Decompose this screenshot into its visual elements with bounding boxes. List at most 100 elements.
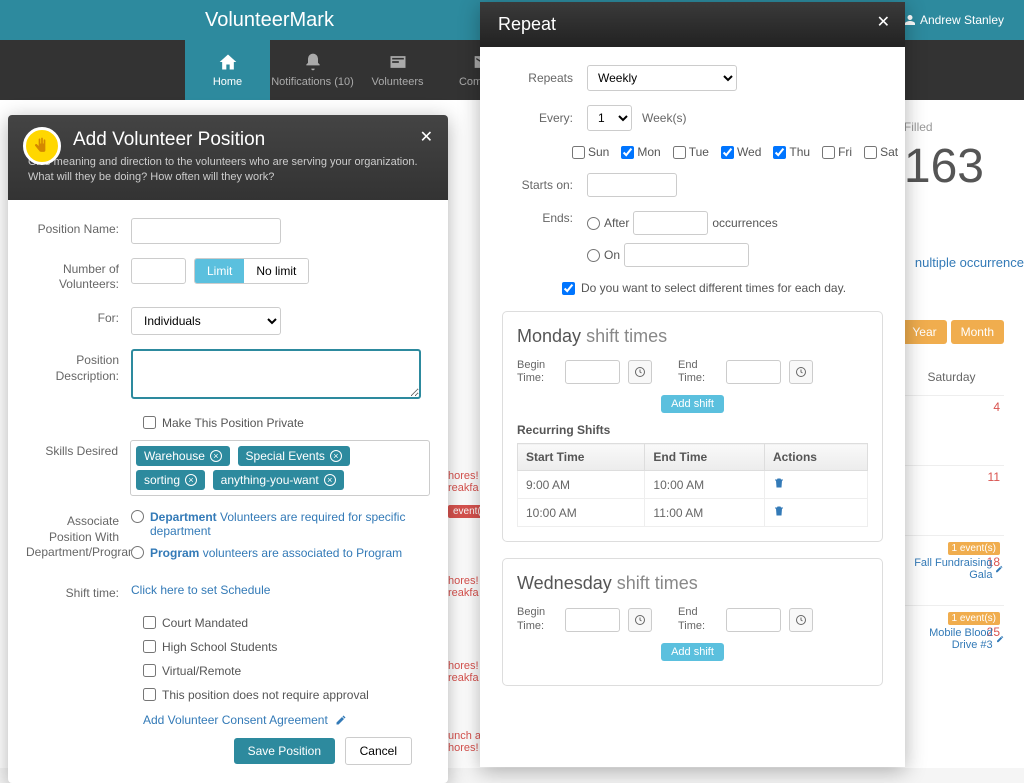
begin-time-input[interactable]: [565, 608, 620, 632]
repeat-modal-header: Repeat ✕: [480, 2, 905, 47]
table-row: 10:00 AM 11:00 AM: [518, 499, 868, 527]
close-button[interactable]: ✕: [420, 127, 433, 147]
close-button[interactable]: ✕: [877, 12, 890, 32]
hand-icon: [23, 127, 61, 165]
delete-shift-button[interactable]: [773, 478, 785, 492]
program-radio[interactable]: [131, 546, 144, 559]
cal-row-4: 1 event(s)25Mobile Blood Drive #3: [899, 605, 1004, 655]
court-mandated-checkbox[interactable]: [143, 616, 156, 629]
pencil-icon: [995, 564, 1004, 574]
occurrences-input[interactable]: [633, 211, 708, 235]
nav-volunteers[interactable]: Volunteers: [355, 40, 440, 100]
department-radio[interactable]: [131, 510, 144, 523]
day-fri-checkbox[interactable]: [822, 146, 835, 159]
ends-after-radio[interactable]: [587, 217, 600, 230]
limit-button[interactable]: Limit: [195, 259, 244, 283]
remove-skill-icon[interactable]: ×: [210, 450, 222, 462]
clock-icon: [634, 366, 646, 378]
monday-shift-block: Monday shift times Begin Time: End Time:…: [502, 311, 883, 542]
pencil-icon: [335, 714, 347, 726]
nav-home[interactable]: Home: [185, 40, 270, 100]
day-wed-checkbox[interactable]: [721, 146, 734, 159]
view-month-button[interactable]: Month: [951, 320, 1004, 344]
ends-on-date-input[interactable]: [624, 243, 749, 267]
clock-icon: [634, 614, 646, 626]
skill-tag: anything-you-want×: [213, 470, 344, 490]
begin-time-input[interactable]: [565, 360, 620, 384]
for-label: For:: [26, 307, 131, 327]
different-times-checkbox[interactable]: [562, 282, 575, 295]
make-private-checkbox[interactable]: [143, 416, 156, 429]
skill-tag: sorting×: [136, 470, 205, 490]
no-approval-checkbox[interactable]: [143, 688, 156, 701]
associate-label: Associate Position With Department/Progr…: [26, 510, 131, 561]
description-textarea[interactable]: [131, 349, 421, 399]
pencil-icon: [996, 634, 1004, 644]
days-checkboxes: Sun Mon Tue Wed Thu Fri Sat: [572, 145, 883, 159]
user-icon: [904, 14, 916, 26]
table-row: 9:00 AM 10:00 AM: [518, 471, 868, 499]
repeat-title: Repeat: [498, 14, 887, 35]
skill-tag: Warehouse×: [136, 446, 230, 466]
ends-on-radio[interactable]: [587, 249, 600, 262]
starts-on-input[interactable]: [587, 173, 677, 197]
num-volunteers-label: Number of Volunteers:: [26, 258, 131, 293]
skills-input[interactable]: Warehouse× Special Events× sorting× anyt…: [130, 440, 430, 496]
every-select[interactable]: 1: [587, 105, 632, 131]
position-name-label: Position Name:: [26, 218, 131, 238]
remove-skill-icon[interactable]: ×: [330, 450, 342, 462]
card-icon: [388, 52, 408, 72]
home-icon: [218, 52, 238, 72]
clock-icon: [795, 614, 807, 626]
monday-shifts-table: Start Time End Time Actions 9:00 AM 10:0…: [517, 443, 868, 527]
trash-icon: [773, 477, 785, 489]
begin-time-picker[interactable]: [628, 608, 652, 632]
day-tue-checkbox[interactable]: [673, 146, 686, 159]
day-mon-checkbox[interactable]: [621, 146, 634, 159]
day-sun-checkbox[interactable]: [572, 146, 585, 159]
cal-row-3: 1 event(s)18Fall Fundraising Gala: [899, 535, 1004, 585]
end-time-picker[interactable]: [789, 608, 813, 632]
cal-row-1: 4: [899, 395, 1004, 445]
shift-time-label: Shift time:: [26, 582, 131, 602]
multiple-occurrences-link[interactable]: nultiple occurrence: [915, 255, 1024, 270]
stats-filled: Filled 163: [904, 120, 984, 194]
remove-skill-icon[interactable]: ×: [324, 474, 336, 486]
no-limit-button[interactable]: No limit: [244, 259, 308, 283]
for-select[interactable]: Individuals: [131, 307, 281, 335]
add-shift-button[interactable]: Add shift: [661, 395, 724, 413]
user-menu[interactable]: Andrew Stanley: [904, 13, 1004, 27]
modal-header: Add Volunteer Position Give meaning and …: [8, 115, 448, 200]
description-label: Position Description:: [26, 349, 131, 384]
view-year-button[interactable]: Year: [902, 320, 946, 344]
event-gala[interactable]: Fall Fundraising Gala: [903, 557, 1004, 581]
save-position-button[interactable]: Save Position: [234, 738, 335, 764]
repeat-modal: Repeat ✕ Repeats Weekly Every: 1 Week(s)…: [480, 2, 905, 767]
cal-row-2: 11: [899, 465, 1004, 515]
cancel-button[interactable]: Cancel: [345, 737, 412, 765]
delete-shift-button[interactable]: [773, 506, 785, 520]
nav-notifications[interactable]: Notifications (10): [270, 40, 355, 100]
bell-icon: [303, 52, 323, 72]
num-volunteers-input[interactable]: [131, 258, 186, 284]
remove-skill-icon[interactable]: ×: [185, 474, 197, 486]
day-sat-checkbox[interactable]: [864, 146, 877, 159]
end-time-input[interactable]: [726, 360, 781, 384]
end-time-picker[interactable]: [789, 360, 813, 384]
consent-link[interactable]: Add Volunteer Consent Agreement: [143, 713, 328, 727]
day-thu-checkbox[interactable]: [773, 146, 786, 159]
skills-label: Skills Desired: [26, 440, 130, 460]
repeats-select[interactable]: Weekly: [587, 65, 737, 91]
begin-time-picker[interactable]: [628, 360, 652, 384]
wednesday-shift-block: Wednesday shift times Begin Time: End Ti…: [502, 558, 883, 685]
clock-icon: [795, 366, 807, 378]
schedule-link[interactable]: Click here to set Schedule: [131, 583, 270, 597]
modal-subtitle: Give meaning and direction to the volunt…: [28, 155, 430, 186]
add-shift-button[interactable]: Add shift: [661, 643, 724, 661]
add-position-modal: Add Volunteer Position Give meaning and …: [8, 115, 448, 783]
position-name-input[interactable]: [131, 218, 281, 244]
event-blood-drive[interactable]: Mobile Blood Drive #3: [903, 627, 1004, 651]
virtual-remote-checkbox[interactable]: [143, 664, 156, 677]
end-time-input[interactable]: [726, 608, 781, 632]
high-school-checkbox[interactable]: [143, 640, 156, 653]
